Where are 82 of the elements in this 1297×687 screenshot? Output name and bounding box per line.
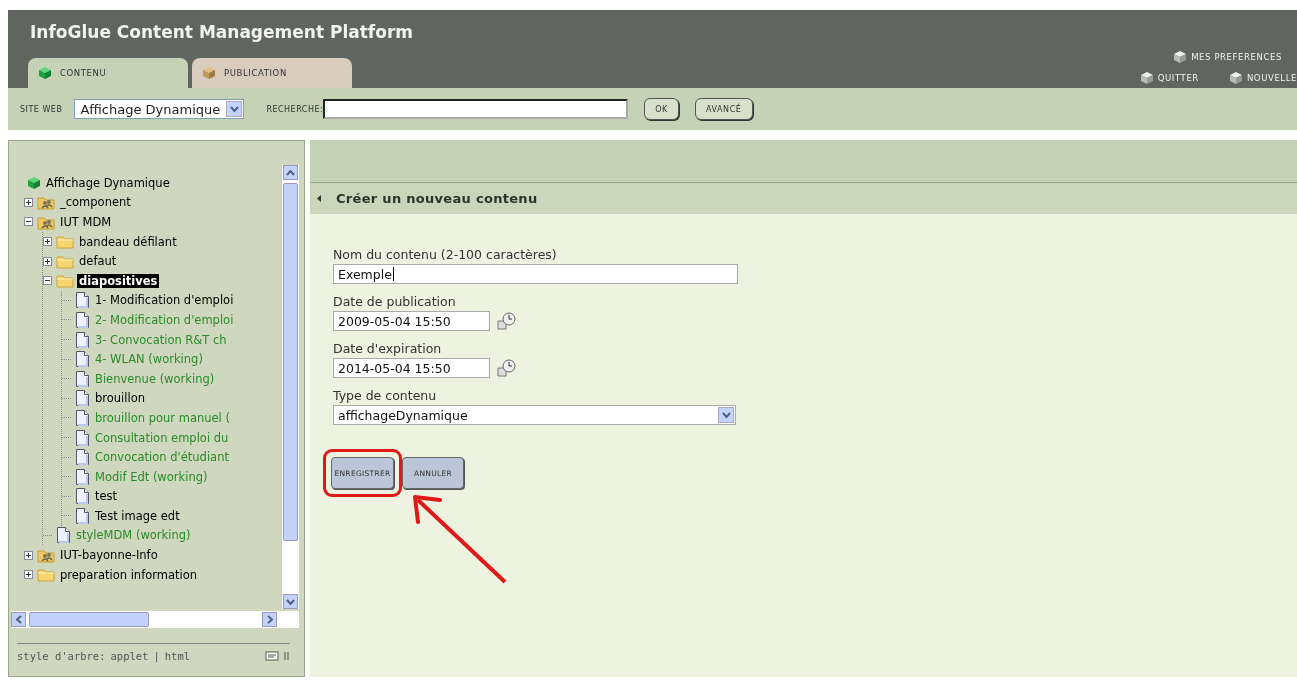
name-input[interactable]: Exemple [333, 264, 738, 284]
date-input[interactable]: 2009-05-04 15:50 [333, 311, 490, 331]
app-title: InfoGlue Content Management Platform [29, 21, 414, 44]
document-icon [75, 291, 90, 310]
tree-item[interactable]: Affichage Dynamique [44, 175, 172, 190]
tree-item[interactable]: _component [58, 195, 133, 210]
tree-item[interactable]: brouillon [93, 391, 147, 406]
cube-icon [1139, 71, 1154, 85]
document-icon [75, 350, 90, 369]
expand-icon[interactable] [24, 550, 33, 560]
toolbar-button[interactable]: OK [644, 98, 679, 120]
tree-item[interactable]: defaut [77, 254, 119, 269]
document-icon [75, 506, 90, 525]
window-icon[interactable] [265, 651, 279, 661]
tree-style-link[interactable]: applet [110, 650, 149, 662]
field-label: Date d'expiration [333, 340, 443, 356]
tree-item[interactable]: test [93, 489, 120, 504]
chevron-right-icon[interactable] [266, 615, 273, 624]
expand-icon[interactable] [24, 570, 33, 580]
expand-icon[interactable] [43, 237, 52, 247]
folder-icon [56, 253, 74, 269]
document-icon [56, 526, 71, 545]
field-label: Type de contenu [333, 387, 438, 403]
tree-item[interactable]: 1- Modification d'emploi [93, 293, 236, 308]
header-link[interactable]: NOUVELLE [1228, 71, 1297, 85]
document-icon [75, 330, 90, 349]
document-icon [75, 369, 90, 388]
collapse-arrow-icon[interactable] [316, 194, 322, 203]
field-label: RECHERCHE: [266, 104, 324, 114]
document-icon [75, 310, 90, 329]
collapse-icon[interactable] [43, 276, 52, 286]
document-icon [75, 428, 90, 447]
chevron-down-icon[interactable] [286, 598, 295, 605]
document-icon [75, 448, 90, 467]
cube-icon [27, 175, 41, 190]
tree-item[interactable]: bandeau défilant [77, 234, 179, 249]
cube-icon [1173, 50, 1188, 64]
toolbar-button[interactable]: AVANCÉ [694, 98, 753, 120]
tree-item[interactable]: Test image edt [93, 508, 182, 523]
document-icon [75, 389, 90, 408]
document-icon [75, 487, 90, 506]
tree-item[interactable]: preparation information [58, 567, 200, 582]
tree-item[interactable]: IUT MDM [58, 215, 114, 229]
type-dropdown[interactable]: affichageDynamique [333, 405, 736, 425]
chevron-left-icon[interactable] [15, 615, 22, 624]
cube-icon [38, 66, 52, 80]
separator-text: | [153, 650, 160, 662]
tree-style-link[interactable]: html [164, 650, 191, 662]
folder-icon [56, 273, 74, 289]
folder-icon [56, 234, 74, 250]
folder-people-icon [37, 194, 55, 211]
date-input[interactable]: 2014-05-04 15:50 [333, 358, 490, 378]
calendar-clock-icon[interactable] [496, 358, 518, 378]
folder-people-icon [37, 214, 55, 230]
collapse-icon[interactable] [24, 217, 33, 227]
tree-item[interactable]: diapositives [77, 273, 160, 288]
tree-style-label: style d'arbre: [17, 650, 106, 662]
search-field[interactable] [323, 99, 629, 119]
nav-tab[interactable]: PUBLICATION [192, 58, 352, 88]
chevron-up-icon[interactable] [286, 169, 295, 176]
vertical-scrollbar[interactable] [281, 165, 299, 609]
document-icon [75, 408, 90, 427]
header-link[interactable]: MES PREFERENCES [1173, 50, 1282, 64]
nav-tab[interactable]: CONTENU [28, 58, 188, 88]
field-label: Nom du contenu (2-100 caractères) [333, 246, 558, 262]
cube-icon [1228, 71, 1243, 85]
folder-people-icon [37, 547, 55, 564]
cube-icon [202, 66, 216, 80]
chevron-down-icon [229, 105, 239, 113]
expand-icon[interactable] [43, 256, 52, 266]
tree-item[interactable]: IUT-bayonne-Info [58, 548, 160, 563]
document-icon [75, 467, 90, 486]
header-link[interactable]: QUITTER [1139, 71, 1199, 85]
expand-icon[interactable] [24, 197, 33, 207]
site-dropdown[interactable]: Affichage Dynamique [74, 99, 245, 119]
chevron-down-icon [721, 411, 731, 419]
horizontal-scrollbar[interactable] [11, 611, 299, 628]
field-label: Date de publication [333, 293, 457, 309]
field-label: SITE WEB [20, 104, 63, 114]
folder-icon [37, 567, 55, 583]
calendar-clock-icon[interactable] [496, 311, 518, 331]
panel-title: Créer un nouveau contenu [336, 191, 538, 206]
